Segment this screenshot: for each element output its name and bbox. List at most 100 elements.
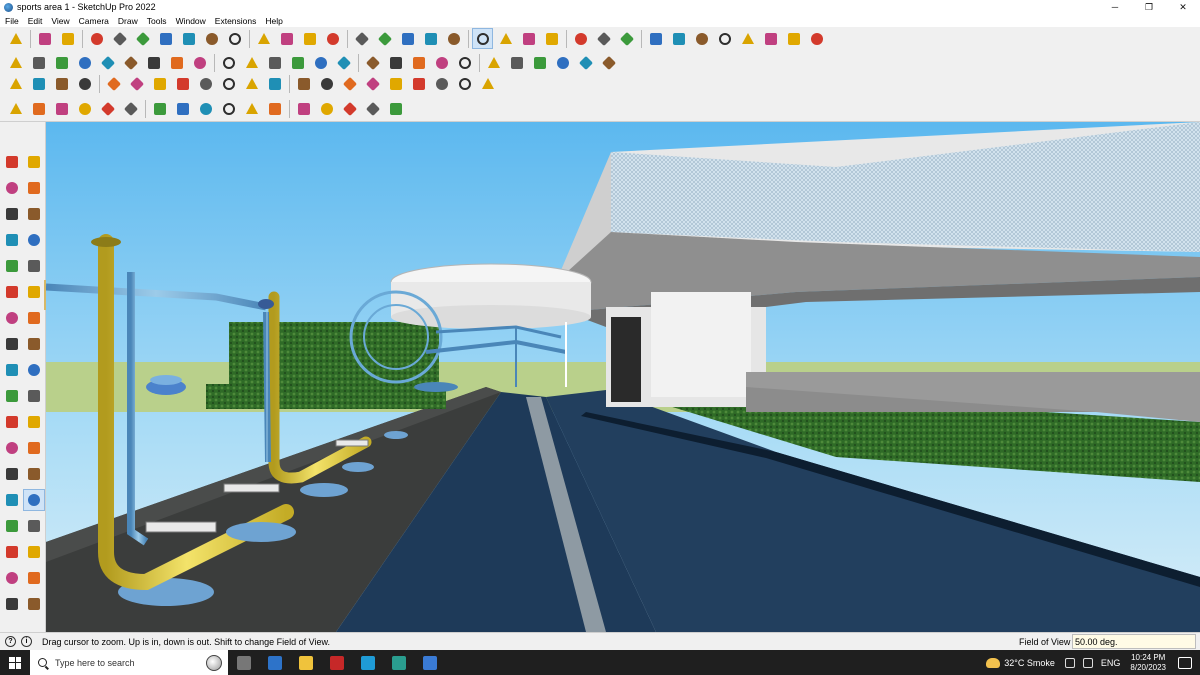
solid-trim-button[interactable] [530,53,549,72]
label-button[interactable] [294,99,313,118]
textured-button[interactable] [144,53,163,72]
hide-button[interactable] [265,74,284,93]
sketchup-taskbar-button[interactable] [414,650,445,675]
push-pull-button[interactable] [156,29,175,48]
weather-icon[interactable] [986,657,1001,668]
circle-tool-button[interactable] [104,74,123,93]
help-icon[interactable]: ? [5,636,16,647]
align-button[interactable] [242,99,261,118]
soften-button[interactable] [455,53,474,72]
follow-me-button[interactable] [173,74,192,93]
arc-left-button[interactable] [24,282,44,302]
menu-draw[interactable]: Draw [113,16,142,26]
file-explorer-taskbar-button[interactable] [290,650,321,675]
pie-button[interactable] [2,308,22,328]
component-button[interactable] [472,28,493,49]
layers-button[interactable] [496,29,515,48]
geo-location-button[interactable] [363,74,382,93]
make-component-button[interactable] [24,152,44,172]
protractor-button[interactable] [75,74,94,93]
task-view-taskbar-button[interactable] [228,650,259,675]
iso-view-button[interactable] [646,29,665,48]
rectangle-left-button[interactable] [24,230,44,250]
push-pull-left-button[interactable] [2,334,22,354]
3d-text-button[interactable] [2,464,22,484]
views-button[interactable] [617,29,636,48]
match-photo-button[interactable] [340,74,359,93]
calculator-taskbar-button[interactable] [259,650,290,675]
solid-intersect-button[interactable] [553,53,572,72]
acrobat-taskbar-button[interactable] [321,650,352,675]
position-camera-button[interactable] [571,29,590,48]
curic-button[interactable] [409,74,428,93]
hidden-line-button[interactable] [98,53,117,72]
fog-button[interactable] [432,53,451,72]
left-view-button[interactable] [761,29,780,48]
solid-union-button[interactable] [484,53,503,72]
menu-window[interactable]: Window [171,16,210,26]
move-left-button[interactable] [24,308,44,328]
redo-button[interactable] [807,29,826,48]
zoom-left-button[interactable] [23,489,45,511]
move-button[interactable] [179,29,198,48]
paint-bucket-button[interactable] [352,29,371,48]
menu-tools[interactable]: Tools [142,16,171,26]
taskbar-search[interactable]: Type here to search [30,650,228,675]
stamp-button[interactable] [242,53,261,72]
drape-button[interactable] [265,53,284,72]
walk-button[interactable] [519,29,538,48]
round-corner-button[interactable] [478,74,497,93]
tag-button[interactable] [2,204,22,224]
freehand-left-button[interactable] [2,230,22,250]
zoom-button[interactable] [6,29,25,48]
styles-button[interactable] [386,53,405,72]
orbit-button[interactable] [375,29,394,48]
language-indicator[interactable]: ENG [1101,658,1121,668]
tape-measure-button[interactable] [277,29,296,48]
menu-file[interactable]: File [0,16,23,26]
front-view-button[interactable] [692,29,711,48]
chamfer-button[interactable] [363,99,382,118]
text-left-button[interactable] [2,438,22,458]
pan-button[interactable] [398,29,417,48]
follow-me-left-button[interactable] [2,360,22,380]
terrain-button[interactable] [386,74,405,93]
intersect-button[interactable] [196,74,215,93]
rotate-button[interactable] [202,29,221,48]
zoom-tool-button[interactable] [421,29,440,48]
scene-button[interactable] [317,74,336,93]
fillet-button[interactable] [386,99,405,118]
monochrome-button[interactable] [167,53,186,72]
volume-icon[interactable] [1082,657,1093,668]
axes-left-button[interactable] [24,438,44,458]
start-button[interactable] [0,650,30,675]
offset-button[interactable] [254,29,273,48]
menu-help[interactable]: Help [260,16,286,26]
prev-view-button[interactable] [2,542,22,562]
top-view-button[interactable] [669,29,688,48]
text-button[interactable] [300,29,319,48]
orbit-small-button[interactable] [6,99,25,118]
axes-button[interactable] [323,29,342,48]
iso-box-button[interactable] [6,53,25,72]
weather-text[interactable]: 32°C Smoke [1004,658,1055,668]
menu-view[interactable]: View [46,16,73,26]
solid-subtract-button[interactable] [507,53,526,72]
joint-push-pull-button[interactable] [455,74,474,93]
sandbox-button[interactable] [190,53,209,72]
rotated-rect-button[interactable] [2,256,22,276]
xray-button[interactable] [29,53,48,72]
skin-button[interactable] [121,99,140,118]
tube-button[interactable] [173,99,192,118]
info-icon[interactable]: i [21,636,32,647]
lathe-button[interactable] [150,99,169,118]
tape-left-button[interactable] [24,386,44,406]
edge-taskbar-button[interactable] [383,650,414,675]
array-button[interactable] [219,99,238,118]
rotate-left-button[interactable] [24,334,44,354]
minimize-button[interactable]: ─ [1098,0,1132,14]
lock-button[interactable] [242,74,261,93]
menu-edit[interactable]: Edit [23,16,47,26]
fredo-button[interactable] [432,74,451,93]
hatch-button[interactable] [196,99,215,118]
